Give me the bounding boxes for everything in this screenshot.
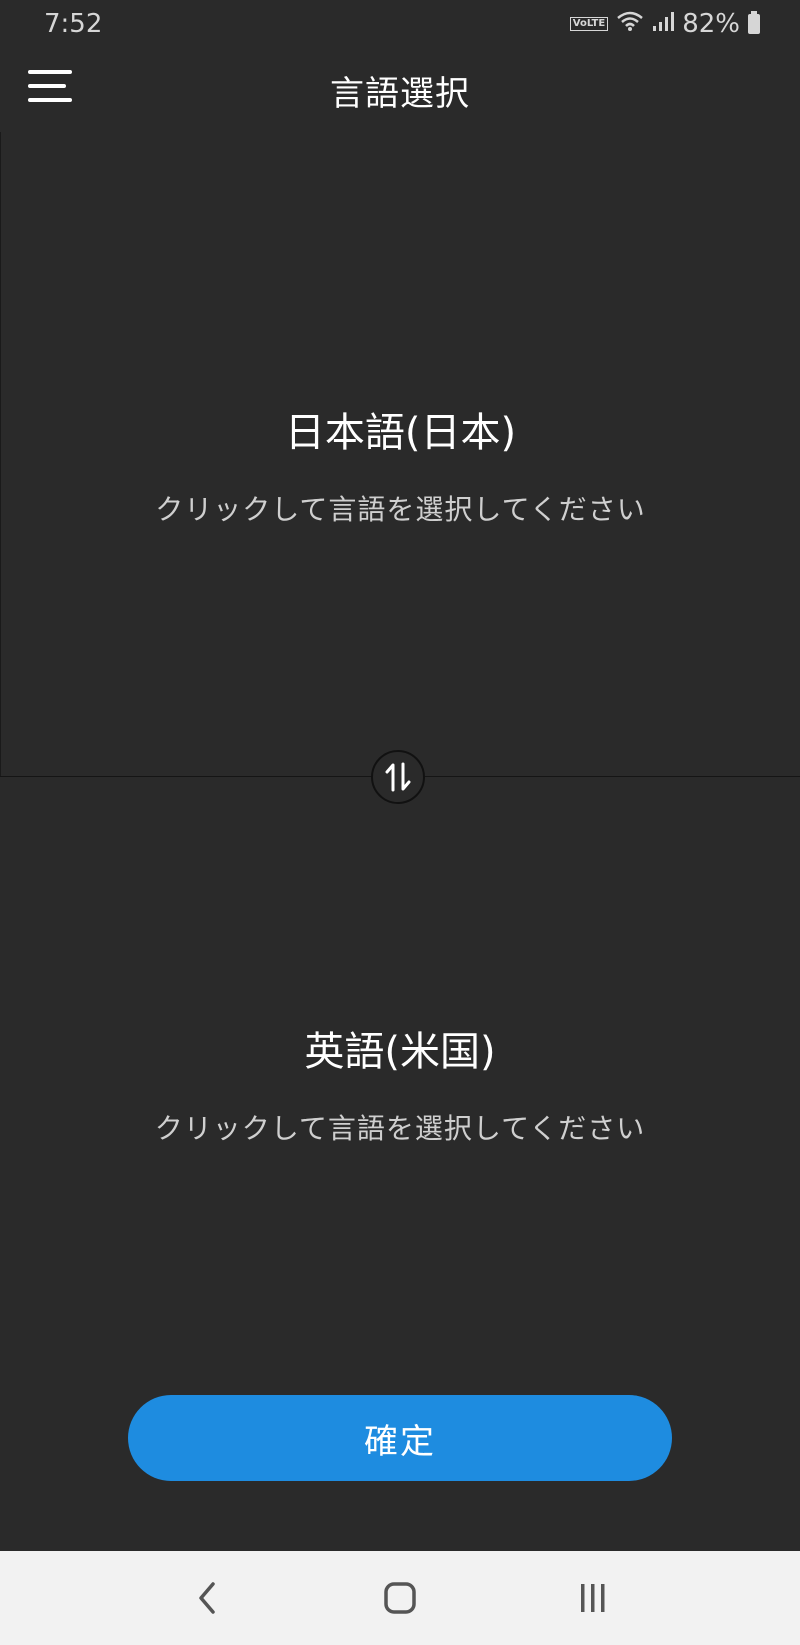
app-bar: 言語選択 (0, 48, 800, 132)
confirm-button[interactable]: 確定 (128, 1395, 672, 1481)
target-language-selector[interactable]: 英語(米国) クリックして言語を選択してください (0, 777, 800, 1397)
back-button[interactable] (177, 1568, 237, 1628)
status-icons: VoLTE 82% (569, 9, 760, 39)
volte-icon: VoLTE (569, 17, 609, 31)
swap-languages-button[interactable] (371, 750, 425, 804)
back-icon (198, 1582, 215, 1614)
battery-percent: 82% (682, 9, 740, 39)
page-title: 言語選択 (330, 73, 470, 114)
target-language-name: 英語(米国) (304, 1029, 496, 1075)
home-button[interactable] (370, 1568, 430, 1628)
wifi-icon (616, 9, 644, 39)
recent-apps-icon (581, 1584, 605, 1612)
source-language-hint: クリックして言語を選択してください (155, 493, 646, 526)
home-icon (384, 1582, 416, 1614)
recent-apps-button[interactable] (563, 1568, 623, 1628)
menu-icon (28, 70, 72, 102)
signal-icon (652, 9, 675, 39)
source-language-name: 日本語(日本) (284, 410, 517, 456)
swap-vertical-icon (385, 762, 411, 792)
target-language-hint: クリックして言語を選択してください (154, 1112, 646, 1145)
status-time: 7:52 (44, 9, 103, 39)
source-language-selector[interactable]: 日本語(日本) クリックして言語を選択してください (0, 132, 800, 776)
system-nav-bar (0, 1551, 800, 1645)
menu-button[interactable] (28, 66, 76, 110)
language-selection-screen: 7:52 VoLTE 82% 言語選択 日本語(日本) クリックして言語を選択し… (0, 0, 800, 1645)
status-bar: 7:52 VoLTE 82% (0, 0, 800, 48)
battery-icon (748, 11, 760, 34)
